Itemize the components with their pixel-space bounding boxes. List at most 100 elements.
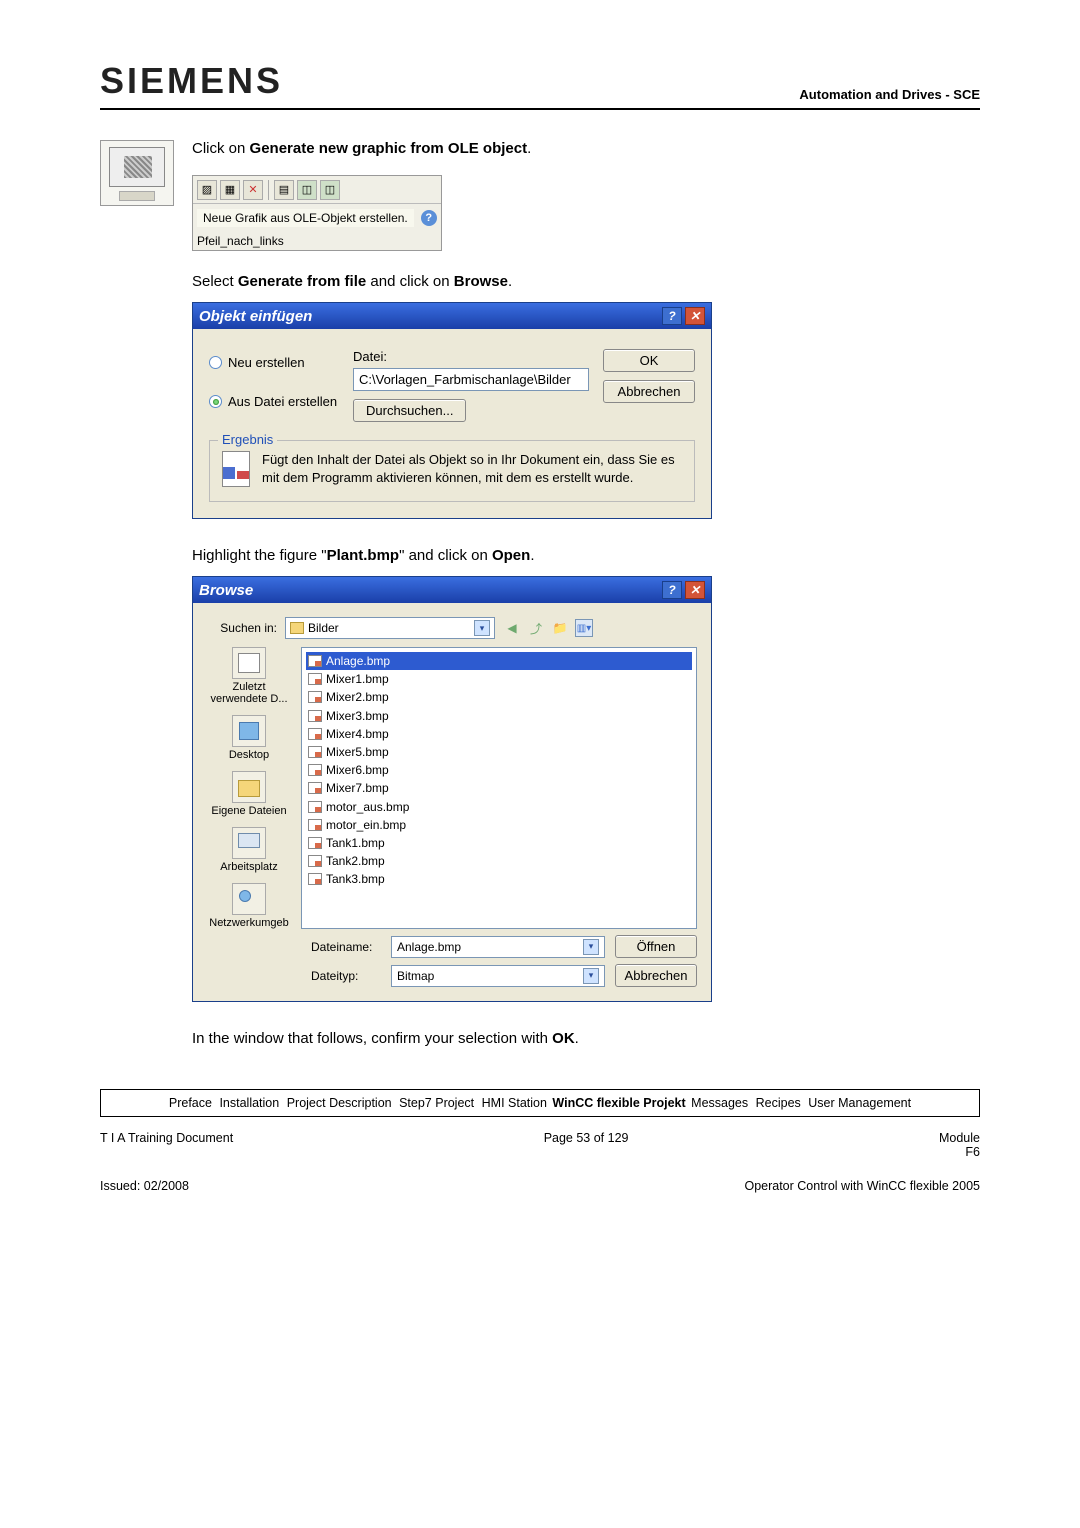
filetype-combo[interactable]: Bitmap ▾ bbox=[391, 965, 605, 987]
result-icon bbox=[222, 451, 250, 487]
tool-btn-grid[interactable]: ▤ bbox=[274, 180, 294, 200]
footer-course: Operator Control with WinCC flexible 200… bbox=[744, 1179, 980, 1193]
bmp-file-icon bbox=[308, 837, 322, 849]
file-item[interactable]: Tank1.bmp bbox=[306, 834, 692, 852]
titlebar-help-button[interactable]: ? bbox=[662, 307, 682, 325]
bmp-file-icon bbox=[308, 710, 322, 722]
chevron-down-icon[interactable]: ▾ bbox=[583, 968, 599, 984]
radio-create-from-file[interactable]: Aus Datei erstellen bbox=[209, 394, 339, 409]
result-legend: Ergebnis bbox=[218, 432, 277, 447]
toolbar-tooltip: Neue Grafik aus OLE-Objekt erstellen. bbox=[197, 209, 414, 227]
ok-button[interactable]: OK bbox=[603, 349, 695, 372]
browse-dialog: Browse ? ✕ Suchen in: Bilder ▾ ◀ ⤴ bbox=[192, 576, 712, 1002]
footer-row-1: T I A Training Document Page 53 of 129 M… bbox=[100, 1131, 980, 1159]
bmp-file-icon bbox=[308, 873, 322, 885]
header-subtitle: Automation and Drives - SCE bbox=[799, 87, 980, 102]
place-icon bbox=[232, 647, 266, 679]
open-button[interactable]: Öffnen bbox=[615, 935, 697, 958]
file-item[interactable]: motor_aus.bmp bbox=[306, 798, 692, 816]
nav-up-icon[interactable]: ⤴ bbox=[527, 619, 545, 637]
filename-input[interactable]: Anlage.bmp ▾ bbox=[391, 936, 605, 958]
file-item[interactable]: Mixer4.bmp bbox=[306, 725, 692, 743]
section-icon-column bbox=[100, 140, 174, 1059]
instruction-1: Click on Generate new graphic from OLE o… bbox=[192, 140, 980, 157]
file-item[interactable]: Anlage.bmp bbox=[306, 652, 692, 670]
nav-item[interactable]: WinCC flexible Projekt bbox=[552, 1096, 685, 1110]
nav-newfolder-icon[interactable]: 📁 bbox=[551, 619, 569, 637]
bmp-file-icon bbox=[308, 764, 322, 776]
tool-btn-1[interactable]: ▨ bbox=[197, 180, 217, 200]
place-icon bbox=[232, 883, 266, 915]
search-in-combo[interactable]: Bilder ▾ bbox=[285, 617, 495, 639]
nav-item[interactable]: Preface bbox=[169, 1096, 212, 1110]
browse-help-button[interactable]: ? bbox=[662, 581, 682, 599]
page-number: Page 53 of 129 bbox=[544, 1131, 629, 1159]
result-text: Fügt den Inhalt der Datei als Objekt so … bbox=[262, 451, 682, 486]
place-item[interactable]: Desktop bbox=[229, 715, 269, 761]
footer-doc-title: T I A Training Document bbox=[100, 1131, 233, 1159]
file-item[interactable]: Mixer7.bmp bbox=[306, 779, 692, 797]
bmp-file-icon bbox=[308, 801, 322, 813]
file-list[interactable]: Anlage.bmpMixer1.bmpMixer2.bmpMixer3.bmp… bbox=[301, 647, 697, 929]
titlebar-close-button[interactable]: ✕ bbox=[685, 307, 705, 325]
place-item[interactable]: Arbeitsplatz bbox=[220, 827, 277, 873]
filename-label: Dateiname: bbox=[311, 940, 381, 954]
nav-item[interactable]: User Management bbox=[808, 1096, 911, 1110]
browse-button[interactable]: Durchsuchen... bbox=[353, 399, 466, 422]
nav-item[interactable]: Step7 Project bbox=[399, 1096, 474, 1110]
tool-btn-close[interactable]: ✕ bbox=[243, 180, 263, 200]
file-item[interactable]: Tank2.bmp bbox=[306, 852, 692, 870]
bmp-file-icon bbox=[308, 746, 322, 758]
dialog-titlebar: Objekt einfügen ? ✕ bbox=[193, 303, 711, 329]
bmp-file-icon bbox=[308, 655, 322, 667]
nav-item[interactable]: Recipes bbox=[756, 1096, 801, 1110]
bmp-file-icon bbox=[308, 673, 322, 685]
file-item[interactable]: Mixer1.bmp bbox=[306, 670, 692, 688]
cancel-button[interactable]: Abbrechen bbox=[603, 380, 695, 403]
file-item[interactable]: Mixer2.bmp bbox=[306, 688, 692, 706]
bmp-file-icon bbox=[308, 855, 322, 867]
instruction-3: Highlight the figure "Plant.bmp" and cli… bbox=[192, 547, 980, 564]
file-path-input[interactable]: C:\Vorlagen_Farbmischanlage\Bilder bbox=[353, 368, 589, 391]
browse-close-button[interactable]: ✕ bbox=[685, 581, 705, 599]
help-icon[interactable]: ? bbox=[421, 210, 437, 226]
instruction-4: In the window that follows, confirm your… bbox=[192, 1030, 980, 1047]
place-icon bbox=[232, 771, 266, 803]
tool-btn-img[interactable]: ◫ bbox=[320, 180, 340, 200]
footer-module-label: Module bbox=[939, 1131, 980, 1145]
file-item[interactable]: motor_ein.bmp bbox=[306, 816, 692, 834]
place-icon bbox=[232, 715, 266, 747]
file-item[interactable]: Mixer5.bmp bbox=[306, 743, 692, 761]
bmp-file-icon bbox=[308, 819, 322, 831]
dialog-title: Objekt einfügen bbox=[199, 308, 312, 325]
footer-issued: Issued: 02/2008 bbox=[100, 1179, 189, 1193]
footer-row-2: Issued: 02/2008 Operator Control with Wi… bbox=[100, 1179, 980, 1193]
toolbar-sublabel: Pfeil_nach_links bbox=[193, 232, 441, 250]
place-item[interactable]: Netzwerkumgeb bbox=[209, 883, 288, 929]
tool-btn-ole[interactable]: ◫ bbox=[297, 180, 317, 200]
nav-item[interactable]: HMI Station bbox=[482, 1096, 547, 1110]
nav-view-icon[interactable]: ▥▾ bbox=[575, 619, 593, 637]
nav-item[interactable]: Project Description bbox=[287, 1096, 392, 1110]
places-bar: Zuletzt verwendete D... Desktop Eigene Dat… bbox=[207, 647, 291, 929]
chevron-down-icon[interactable]: ▾ bbox=[583, 939, 599, 955]
place-item[interactable]: Zuletzt verwendete D... bbox=[207, 647, 291, 705]
chevron-down-icon[interactable]: ▾ bbox=[474, 620, 490, 636]
nav-item[interactable]: Installation bbox=[219, 1096, 279, 1110]
file-item[interactable]: Mixer6.bmp bbox=[306, 761, 692, 779]
browse-title: Browse bbox=[199, 582, 253, 599]
tool-btn-2[interactable]: ▦ bbox=[220, 180, 240, 200]
browse-cancel-button[interactable]: Abbrechen bbox=[615, 964, 697, 987]
search-in-label: Suchen in: bbox=[207, 621, 277, 635]
result-fieldset: Ergebnis Fügt den Inhalt der Datei als O… bbox=[209, 440, 695, 502]
nav-item[interactable]: Messages bbox=[691, 1096, 748, 1110]
instruction-2: Select Generate from file and click on B… bbox=[192, 273, 980, 290]
nav-back-icon[interactable]: ◀ bbox=[503, 619, 521, 637]
bmp-file-icon bbox=[308, 691, 322, 703]
file-item[interactable]: Mixer3.bmp bbox=[306, 707, 692, 725]
radio-create-new[interactable]: Neu erstellen bbox=[209, 355, 339, 370]
file-item[interactable]: Tank3.bmp bbox=[306, 870, 692, 888]
place-item[interactable]: Eigene Dateien bbox=[211, 771, 286, 817]
bmp-file-icon bbox=[308, 782, 322, 794]
filetype-label: Dateityp: bbox=[311, 969, 381, 983]
